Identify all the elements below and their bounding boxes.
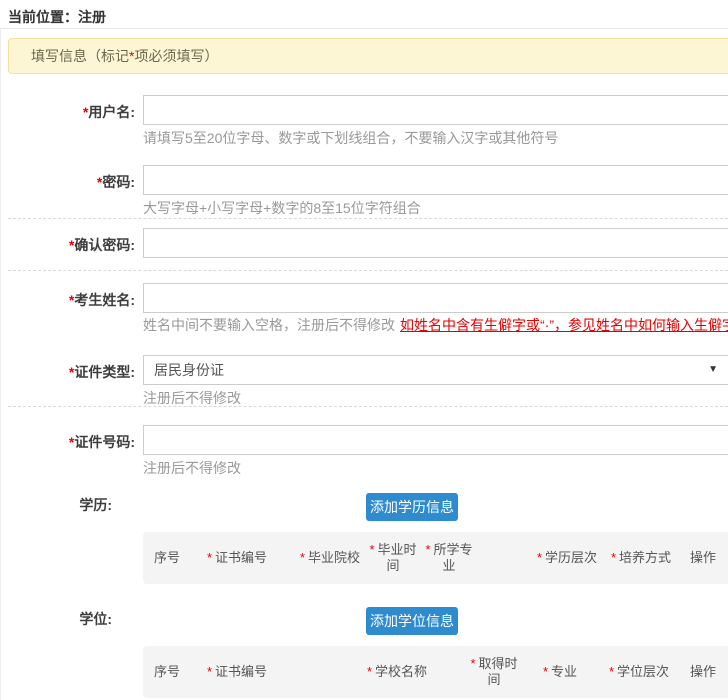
education-col-school: *毕业院校 [289,550,371,566]
required-star: * [609,664,614,679]
notice-text-before: 填写信息（标记 [31,48,129,64]
id-type-selected-option: 居民身份证 [154,362,224,378]
breadcrumb-current: 注册 [78,9,106,25]
degree-col-index: 序号 [147,664,187,680]
id-type-label: *证件类型: [0,362,135,382]
id-number-input[interactable] [143,425,728,455]
required-star: * [611,550,616,565]
degree-col-action: 操作 [685,664,721,680]
degree-col-level: *学位层次 [599,664,679,680]
education-col-cert-no: *证书编号 [195,550,279,566]
candidate-name-label: *考生姓名: [0,290,135,310]
breadcrumb-location-label: 当前位置： [8,9,78,25]
degree-label: 学位: [0,609,112,629]
education-col-major: *所学专业 [421,542,477,574]
id-type-hint: 注册后不得修改 [143,388,241,408]
required-star: * [425,542,430,557]
id-number-hint: 注册后不得修改 [143,458,241,478]
add-education-button[interactable]: 添加学历信息 [366,493,458,521]
id-type-select[interactable]: 居民身份证 ▼ [143,355,728,385]
required-star: * [367,664,372,679]
required-star: * [207,664,212,679]
education-col-grad-time: *毕业时间 [365,542,421,574]
username-input[interactable] [143,95,728,125]
divider [8,218,728,219]
education-label: 学历: [0,495,112,515]
confirm-password-input[interactable] [143,228,728,258]
degree-col-school: *学校名称 [353,664,441,680]
required-star: * [300,550,305,565]
required-star: * [369,542,374,557]
dropdown-arrow-icon: ▼ [708,365,718,375]
candidate-name-input[interactable] [143,283,728,313]
degree-col-major: *专业 [531,664,589,680]
breadcrumb: 当前位置：注册 [0,0,728,29]
required-star: * [543,664,548,679]
password-hint: 大写字母+小写字母+数字的8至15位字符组合 [143,198,421,218]
education-table-header: 序号 *证书编号 *毕业院校 *毕业时间 *所学专业 *学历层次 *培养方式 操… [143,532,728,584]
rare-character-help-link[interactable]: 如姓名中含有生僻字或“·”，参见姓名中如何输入生僻字 [400,317,728,333]
confirm-password-label: *确认密码: [0,235,135,255]
education-col-action: 操作 [685,550,721,566]
education-col-index: 序号 [147,550,187,566]
divider [8,270,728,271]
username-label: *用户名: [0,102,135,122]
education-col-level: *学历层次 [527,550,607,566]
password-input[interactable] [143,165,728,195]
notice-banner: 填写信息（标记*项必须填写） [8,38,728,74]
required-star: * [207,550,212,565]
required-star: * [470,656,475,671]
password-label: *密码: [0,172,135,192]
candidate-name-hint: 姓名中间不要输入空格，注册后不得修改如姓名中含有生僻字或“·”，参见姓名中如何输… [143,315,728,335]
divider [8,406,728,407]
degree-table-header: 序号 *证书编号 *学校名称 *取得时间 *专业 *学位层次 操作 [143,646,728,698]
add-degree-button[interactable]: 添加学位信息 [366,607,458,635]
degree-col-cert-no: *证书编号 [195,664,279,680]
degree-col-obtain-time: *取得时间 [465,656,523,688]
id-number-label: *证件号码: [0,432,135,452]
username-hint: 请填写5至20位字母、数字或下划线组合，不要输入汉字或其他符号 [143,128,558,148]
notice-text-after: 项必须填写） [134,48,218,64]
education-col-mode: *培养方式 [601,550,681,566]
required-star: * [537,550,542,565]
